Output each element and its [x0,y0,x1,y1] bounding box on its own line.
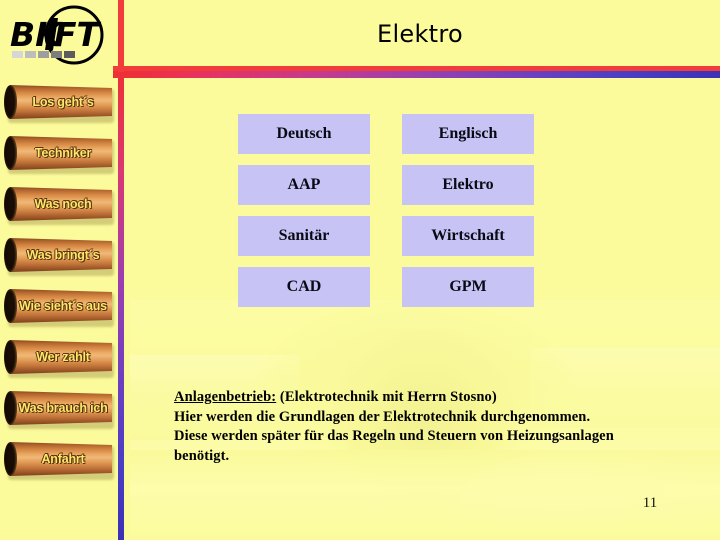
page-number: 11 [642,495,658,511]
subject-table: Deutsch Englisch AAP Elektro Sanitär Wir… [238,114,558,318]
table-cell-cad[interactable]: CAD [238,267,370,307]
sidebar-item-label: Los geht´s [32,95,94,109]
table-cell-gpm[interactable]: GPM [402,267,534,307]
sidebar-item-label: Techniker [34,146,92,160]
table-cell-aap[interactable]: AAP [238,165,370,205]
sidebar-item-anfahrt[interactable]: Anfahrt [4,441,114,481]
body-lead-label: Anlagenbetrieb: [174,389,277,405]
slide: BK FT Los geht´s Techniker Was noch Was … [0,0,720,540]
sidebar-item-label: Wie sieht´s aus [19,299,107,313]
sidebar-item-was-brauch-ich[interactable]: Was brauch ich [4,390,114,430]
sidebar-nav: Los geht´s Techniker Was noch Was bringt… [0,84,118,492]
page-title: Elektro [376,20,464,48]
sidebar-item-label: Was bringt´s [26,248,100,262]
table-cell-elektro[interactable]: Elektro [402,165,534,205]
body-line-2: Hier werden die Grundlagen der Elektrote… [174,408,591,425]
body-line-3: Diese werden später für das Regeln und S… [174,428,614,445]
sidebar-item-los-gehts[interactable]: Los geht´s [4,84,114,124]
body-line-1: Anlagenbetrieb: (Elektrotechnik mit Herr… [174,388,674,408]
sidebar-item-label: Was brauch ich [18,401,108,415]
sidebar: BK FT Los geht´s Techniker Was noch Was … [0,0,120,540]
sidebar-gradient-divider [118,0,124,540]
sidebar-item-was-bringts[interactable]: Was bringt´s [4,237,114,277]
body-line-4: benötigt. [174,448,230,465]
table-cell-german[interactable]: Deutsch [238,114,370,154]
sidebar-item-techniker[interactable]: Techniker [4,135,114,175]
table-cell-sanitaer[interactable]: Sanitär [238,216,370,256]
table-row: CAD GPM [238,267,558,307]
sidebar-item-label: Anfahrt [41,452,85,466]
table-row: Sanitär Wirtschaft [238,216,558,256]
sidebar-item-wie-siehts-aus[interactable]: Wie sieht´s aus [4,288,114,328]
body-text: Anlagenbetrieb: (Elektrotechnik mit Herr… [174,388,674,467]
table-row: AAP Elektro [238,165,558,205]
sidebar-item-label: Wer zahlt [36,350,90,364]
sidebar-divider-red-top [118,0,124,72]
table-cell-english[interactable]: Englisch [402,114,534,154]
table-row: Deutsch Englisch [238,114,558,154]
sidebar-item-was-noch[interactable]: Was noch [4,186,114,226]
header-gradient-rule [113,71,720,78]
table-cell-wirtschaft[interactable]: Wirtschaft [402,216,534,256]
bkft-logo: BK FT [6,4,118,66]
sidebar-item-label: Was noch [34,197,92,211]
body-lead-rest: (Elektrotechnik mit Herrn Stosno) [276,389,497,405]
sidebar-item-wer-zahlt[interactable]: Wer zahlt [4,339,114,379]
svg-text:FT: FT [54,15,102,54]
header-red-rule [113,66,720,71]
